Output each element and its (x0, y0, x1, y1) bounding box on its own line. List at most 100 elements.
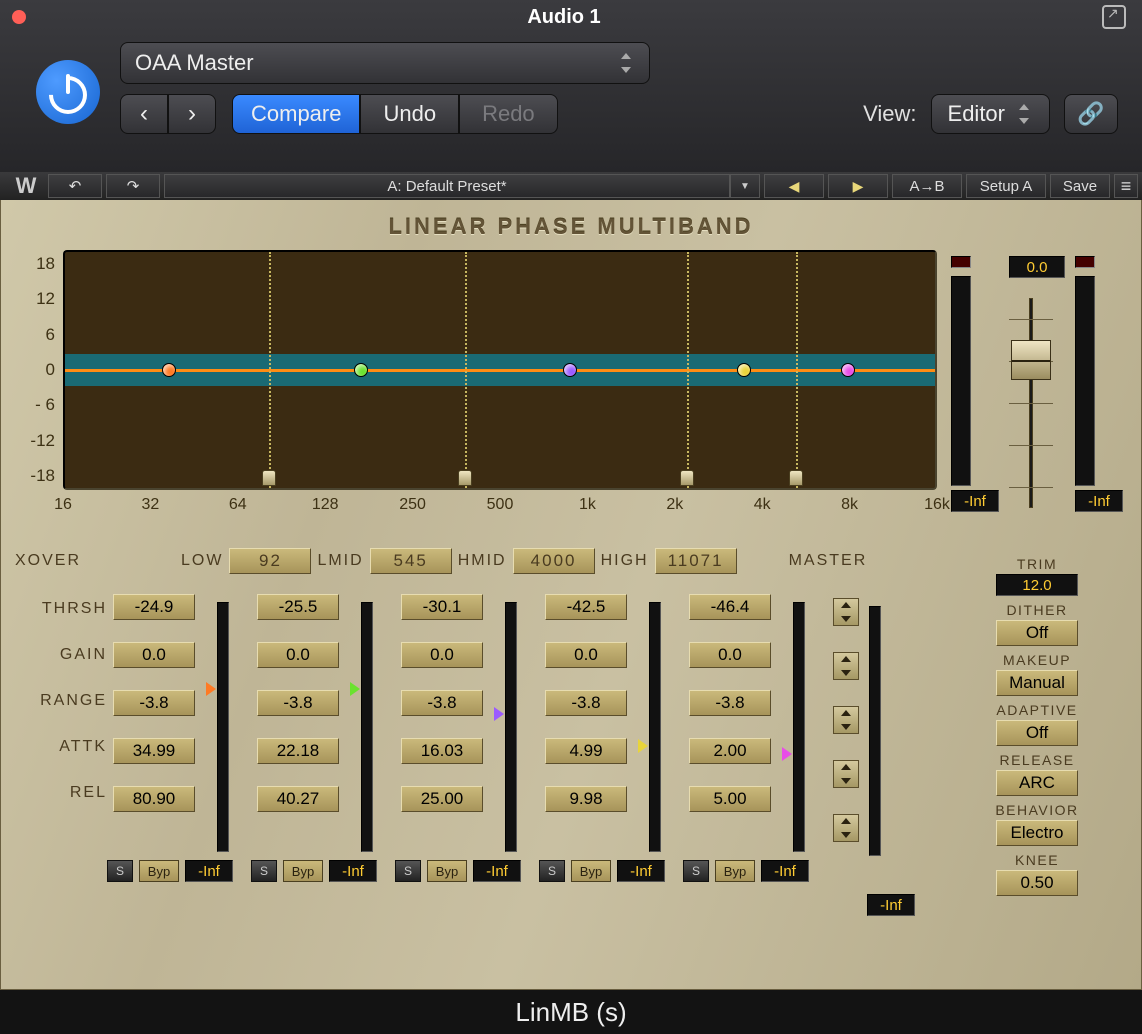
threshold-pointer-icon[interactable] (494, 707, 504, 721)
band-1-solo-button[interactable]: S (107, 860, 133, 882)
band-2-solo-button[interactable]: S (251, 860, 277, 882)
band-5-range-field[interactable]: -3.8 (689, 690, 771, 716)
plugin-undo-button[interactable]: ↶ (48, 174, 102, 198)
power-button[interactable] (36, 60, 100, 124)
fader-knob[interactable] (1011, 340, 1051, 380)
master-gr-readout[interactable]: -Inf (867, 894, 915, 916)
band-1-range-field[interactable]: -3.8 (113, 690, 195, 716)
band-3-range-field[interactable]: -3.8 (401, 690, 483, 716)
behavior-field[interactable]: Electro (996, 820, 1078, 846)
band-2-attk-field[interactable]: 22.18 (257, 738, 339, 764)
preset-next-button[interactable] (828, 174, 888, 198)
plugin-redo-button[interactable]: ↷ (106, 174, 160, 198)
next-preset-button[interactable]: › (168, 94, 216, 134)
band-5-solo-button[interactable]: S (683, 860, 709, 882)
waves-logo-icon[interactable]: W (0, 173, 48, 199)
band-3-thr-field[interactable]: -30.1 (401, 594, 483, 620)
plugin-preset-display[interactable]: A: Default Preset* (164, 174, 730, 198)
eq-node[interactable] (841, 363, 855, 377)
input-clip-led[interactable] (951, 256, 971, 268)
link-button[interactable]: 🔗 (1064, 94, 1118, 134)
release-field[interactable]: ARC (996, 770, 1078, 796)
band-5-bypass-button[interactable]: Byp (715, 860, 755, 882)
band-1-gr-readout[interactable]: -Inf (185, 860, 233, 882)
output-fader[interactable] (1009, 298, 1053, 508)
master-thrsh-stepper[interactable] (833, 598, 859, 626)
knee-field[interactable]: 0.50 (996, 870, 1078, 896)
master-attk-stepper[interactable] (833, 760, 859, 788)
band-2-gr-readout[interactable]: -Inf (329, 860, 377, 882)
band-4-attk-field[interactable]: 4.99 (545, 738, 627, 764)
makeup-field[interactable]: Manual (996, 670, 1078, 696)
xover-handle[interactable] (458, 470, 472, 486)
preset-dropdown-button[interactable] (730, 174, 760, 198)
band-2-bypass-button[interactable]: Byp (283, 860, 323, 882)
xover-handle[interactable] (680, 470, 694, 486)
eq-node[interactable] (737, 363, 751, 377)
prev-preset-button[interactable]: ‹ (120, 94, 168, 134)
band-1-thr-field[interactable]: -24.9 (113, 594, 195, 620)
threshold-pointer-icon[interactable] (350, 682, 360, 696)
band-1-attk-field[interactable]: 34.99 (113, 738, 195, 764)
band-5-thr-field[interactable]: -46.4 (689, 594, 771, 620)
save-button[interactable]: Save (1050, 174, 1110, 198)
threshold-pointer-icon[interactable] (206, 682, 216, 696)
eq-node[interactable] (354, 363, 368, 377)
band-4-gr-readout[interactable]: -Inf (617, 860, 665, 882)
dither-field[interactable]: Off (996, 620, 1078, 646)
band-3-solo-button[interactable]: S (395, 860, 421, 882)
trim-field[interactable]: 12.0 (996, 574, 1078, 596)
xover-low-field[interactable]: 92 (229, 548, 311, 574)
popout-icon[interactable] (1102, 5, 1126, 29)
band-4-solo-button[interactable]: S (539, 860, 565, 882)
eq-node[interactable] (563, 363, 577, 377)
band-4-bypass-button[interactable]: Byp (571, 860, 611, 882)
setup-button[interactable]: Setup A (966, 174, 1046, 198)
band-5-attk-field[interactable]: 2.00 (689, 738, 771, 764)
master-gain-stepper[interactable] (833, 652, 859, 680)
view-selector[interactable]: Editor (931, 94, 1050, 134)
threshold-pointer-icon[interactable] (638, 739, 648, 753)
output-peak-readout[interactable]: -Inf (1075, 490, 1123, 512)
redo-button[interactable]: Redo (459, 94, 558, 134)
hamburger-menu-icon[interactable]: ≡ (1114, 174, 1138, 198)
preset-selector[interactable]: OAA Master (120, 42, 650, 84)
band-5-gain-field[interactable]: 0.0 (689, 642, 771, 668)
band-1-bypass-button[interactable]: Byp (139, 860, 179, 882)
output-gain-readout[interactable]: 0.0 (1009, 256, 1065, 278)
band-1-gain-field[interactable]: 0.0 (113, 642, 195, 668)
xover-high-field[interactable]: 11071 (655, 548, 737, 574)
band-1-rel-field[interactable]: 80.90 (113, 786, 195, 812)
close-window-icon[interactable] (12, 10, 26, 24)
eq-graph[interactable] (63, 250, 937, 490)
input-peak-readout[interactable]: -Inf (951, 490, 999, 512)
adaptive-field[interactable]: Off (996, 720, 1078, 746)
band-4-thr-field[interactable]: -42.5 (545, 594, 627, 620)
band-5-rel-field[interactable]: 5.00 (689, 786, 771, 812)
band-2-rel-field[interactable]: 40.27 (257, 786, 339, 812)
band-2-gain-field[interactable]: 0.0 (257, 642, 339, 668)
output-clip-led[interactable] (1075, 256, 1095, 268)
band-2-thr-field[interactable]: -25.5 (257, 594, 339, 620)
band-4-range-field[interactable]: -3.8 (545, 690, 627, 716)
band-5-gr-readout[interactable]: -Inf (761, 860, 809, 882)
band-3-bypass-button[interactable]: Byp (427, 860, 467, 882)
copy-ab-button[interactable]: A→B (892, 174, 962, 198)
undo-button[interactable]: Undo (360, 94, 459, 134)
band-4-rel-field[interactable]: 9.98 (545, 786, 627, 812)
xover-lmid-field[interactable]: 545 (370, 548, 452, 574)
band-3-gain-field[interactable]: 0.0 (401, 642, 483, 668)
band-2-range-field[interactable]: -3.8 (257, 690, 339, 716)
xover-handle[interactable] (789, 470, 803, 486)
master-range-stepper[interactable] (833, 706, 859, 734)
compare-button[interactable]: Compare (232, 94, 360, 134)
threshold-pointer-icon[interactable] (782, 747, 792, 761)
xover-hmid-field[interactable]: 4000 (513, 548, 595, 574)
master-rel-stepper[interactable] (833, 814, 859, 842)
xover-handle[interactable] (262, 470, 276, 486)
band-3-rel-field[interactable]: 25.00 (401, 786, 483, 812)
preset-prev-button[interactable] (764, 174, 824, 198)
band-4-gain-field[interactable]: 0.0 (545, 642, 627, 668)
band-3-gr-readout[interactable]: -Inf (473, 860, 521, 882)
band-3-attk-field[interactable]: 16.03 (401, 738, 483, 764)
